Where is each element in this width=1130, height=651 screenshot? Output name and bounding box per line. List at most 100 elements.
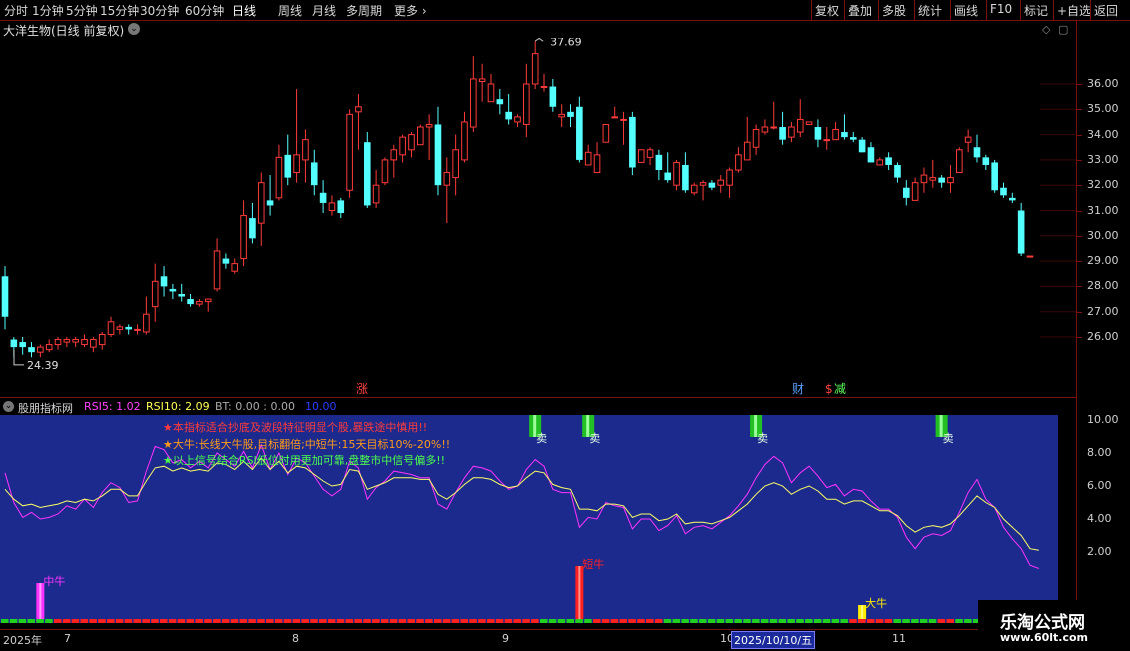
period-tab-7[interactable]: 周线 [278,2,302,19]
candle [956,147,963,174]
candle [673,159,680,191]
toolbar-right-2[interactable]: 多股 [882,2,906,19]
strip-segment [160,619,169,623]
candle [284,134,292,186]
candle [381,157,389,186]
candle-body [355,106,362,113]
toolbar-right-1[interactable]: 叠加 [848,2,872,19]
toolbar-right-7[interactable]: +自选 [1057,2,1091,19]
strip-segment [62,619,71,623]
candle [1009,192,1016,203]
toolbar-right-6[interactable]: 标记 [1024,2,1048,19]
toolbar-right-8[interactable]: 返回 [1094,2,1118,19]
indicator-tick: 10.00 [1087,413,1119,426]
candle-body [1000,187,1007,196]
strip-segment [230,619,239,623]
period-tab-3[interactable]: 15分钟 [100,2,139,19]
candlestick-chart[interactable]: 37.69 24.39 涨 财 $ 减 [0,38,1076,396]
period-tab-6[interactable]: 日线 [232,2,256,19]
restore-icon[interactable]: ▢ [1058,23,1068,36]
candle [275,144,283,201]
rsi-chart[interactable]: 卖 卖 卖 卖中牛 短牛大牛 [0,415,1058,623]
strip-segment [213,619,222,623]
candle-body [682,164,689,191]
chevron-down-icon[interactable]: ⌄ [128,23,140,35]
toolbar-right-0[interactable]: 复权 [815,2,839,19]
candle [98,331,106,350]
more-menu[interactable]: 更多 › [394,2,427,19]
buy-signal-highlight [39,583,42,623]
strip-segment [345,619,354,623]
price-tick: 34.00 [1087,127,1119,141]
diamond-icon[interactable]: ◇ [1042,23,1050,36]
strip-segment [513,619,522,623]
sell-signal-label: 卖 [536,432,547,445]
strip-segment [584,619,593,623]
strip-segment [849,619,858,623]
period-tab-1[interactable]: 1分钟 [32,2,64,19]
candle [743,116,751,161]
note-line-3: ★以上信号结合RSI低位时用更加可靠,盘整市中信号偏多!! [163,454,446,467]
chevron-down-icon[interactable]: ⌄ [3,401,14,412]
strip-segment [637,619,646,623]
strip-segment [884,619,893,623]
candle-body [346,113,353,191]
candle-body [779,127,786,140]
toolbar-separator [1090,0,1091,20]
candle [160,266,168,297]
period-tab-9[interactable]: 多周期 [346,2,382,19]
candle [964,129,972,153]
candle-body [558,113,565,118]
rsi5-line [4,443,1039,569]
candle-body [770,126,778,129]
period-tab-2[interactable]: 5分钟 [66,2,98,19]
buy-signal-label: 短牛 [582,557,604,571]
candle-body [956,149,963,174]
toolbar-right-5[interactable]: F10 [990,2,1012,16]
candle [72,337,79,348]
candle [496,89,504,115]
high-pointer [534,38,544,42]
candle [337,197,345,219]
watermark: 乐淘公式网 www.60lt.com [978,600,1128,650]
strip-segment [89,619,98,623]
strip-segment [699,619,708,623]
candle [911,177,919,201]
indicator-name[interactable]: 股朋指标网 [18,400,73,416]
candle [45,339,53,353]
candle [399,134,406,163]
candle [417,124,424,146]
strip-segment [778,619,787,623]
event-marker[interactable]: 涨 [356,381,368,396]
candle [779,111,786,145]
candle-body [302,139,309,161]
candle [549,78,557,112]
event-marker[interactable]: $ [825,382,833,396]
strip-segment [522,619,531,623]
price-tick-mark [1077,311,1082,313]
period-tab-0[interactable]: 分时 [4,2,28,19]
period-tab-5[interactable]: 60分钟 [185,2,224,19]
strip-segment [98,619,107,623]
candle [823,127,831,150]
strip-segment [663,619,672,623]
event-marker[interactable]: 财 [792,382,804,396]
toolbar-right-3[interactable]: 统计 [918,2,942,19]
candle-body [673,161,680,186]
toolbar-right-4[interactable]: 画线 [954,2,978,19]
period-tab-8[interactable]: 月线 [312,2,336,19]
candle [461,111,468,163]
candle-body [743,141,751,161]
candle [717,175,725,193]
candle [107,316,115,337]
candle [620,111,627,145]
candle-body [408,134,415,151]
candle-body [549,86,557,107]
candle-body [54,339,62,346]
candle-body [629,116,636,168]
strip-segment [425,619,434,623]
candle [452,134,459,196]
price-tick: 26.00 [1087,330,1119,343]
period-tab-4[interactable]: 30分钟 [140,2,179,19]
event-marker[interactable]: 减 [834,382,846,396]
